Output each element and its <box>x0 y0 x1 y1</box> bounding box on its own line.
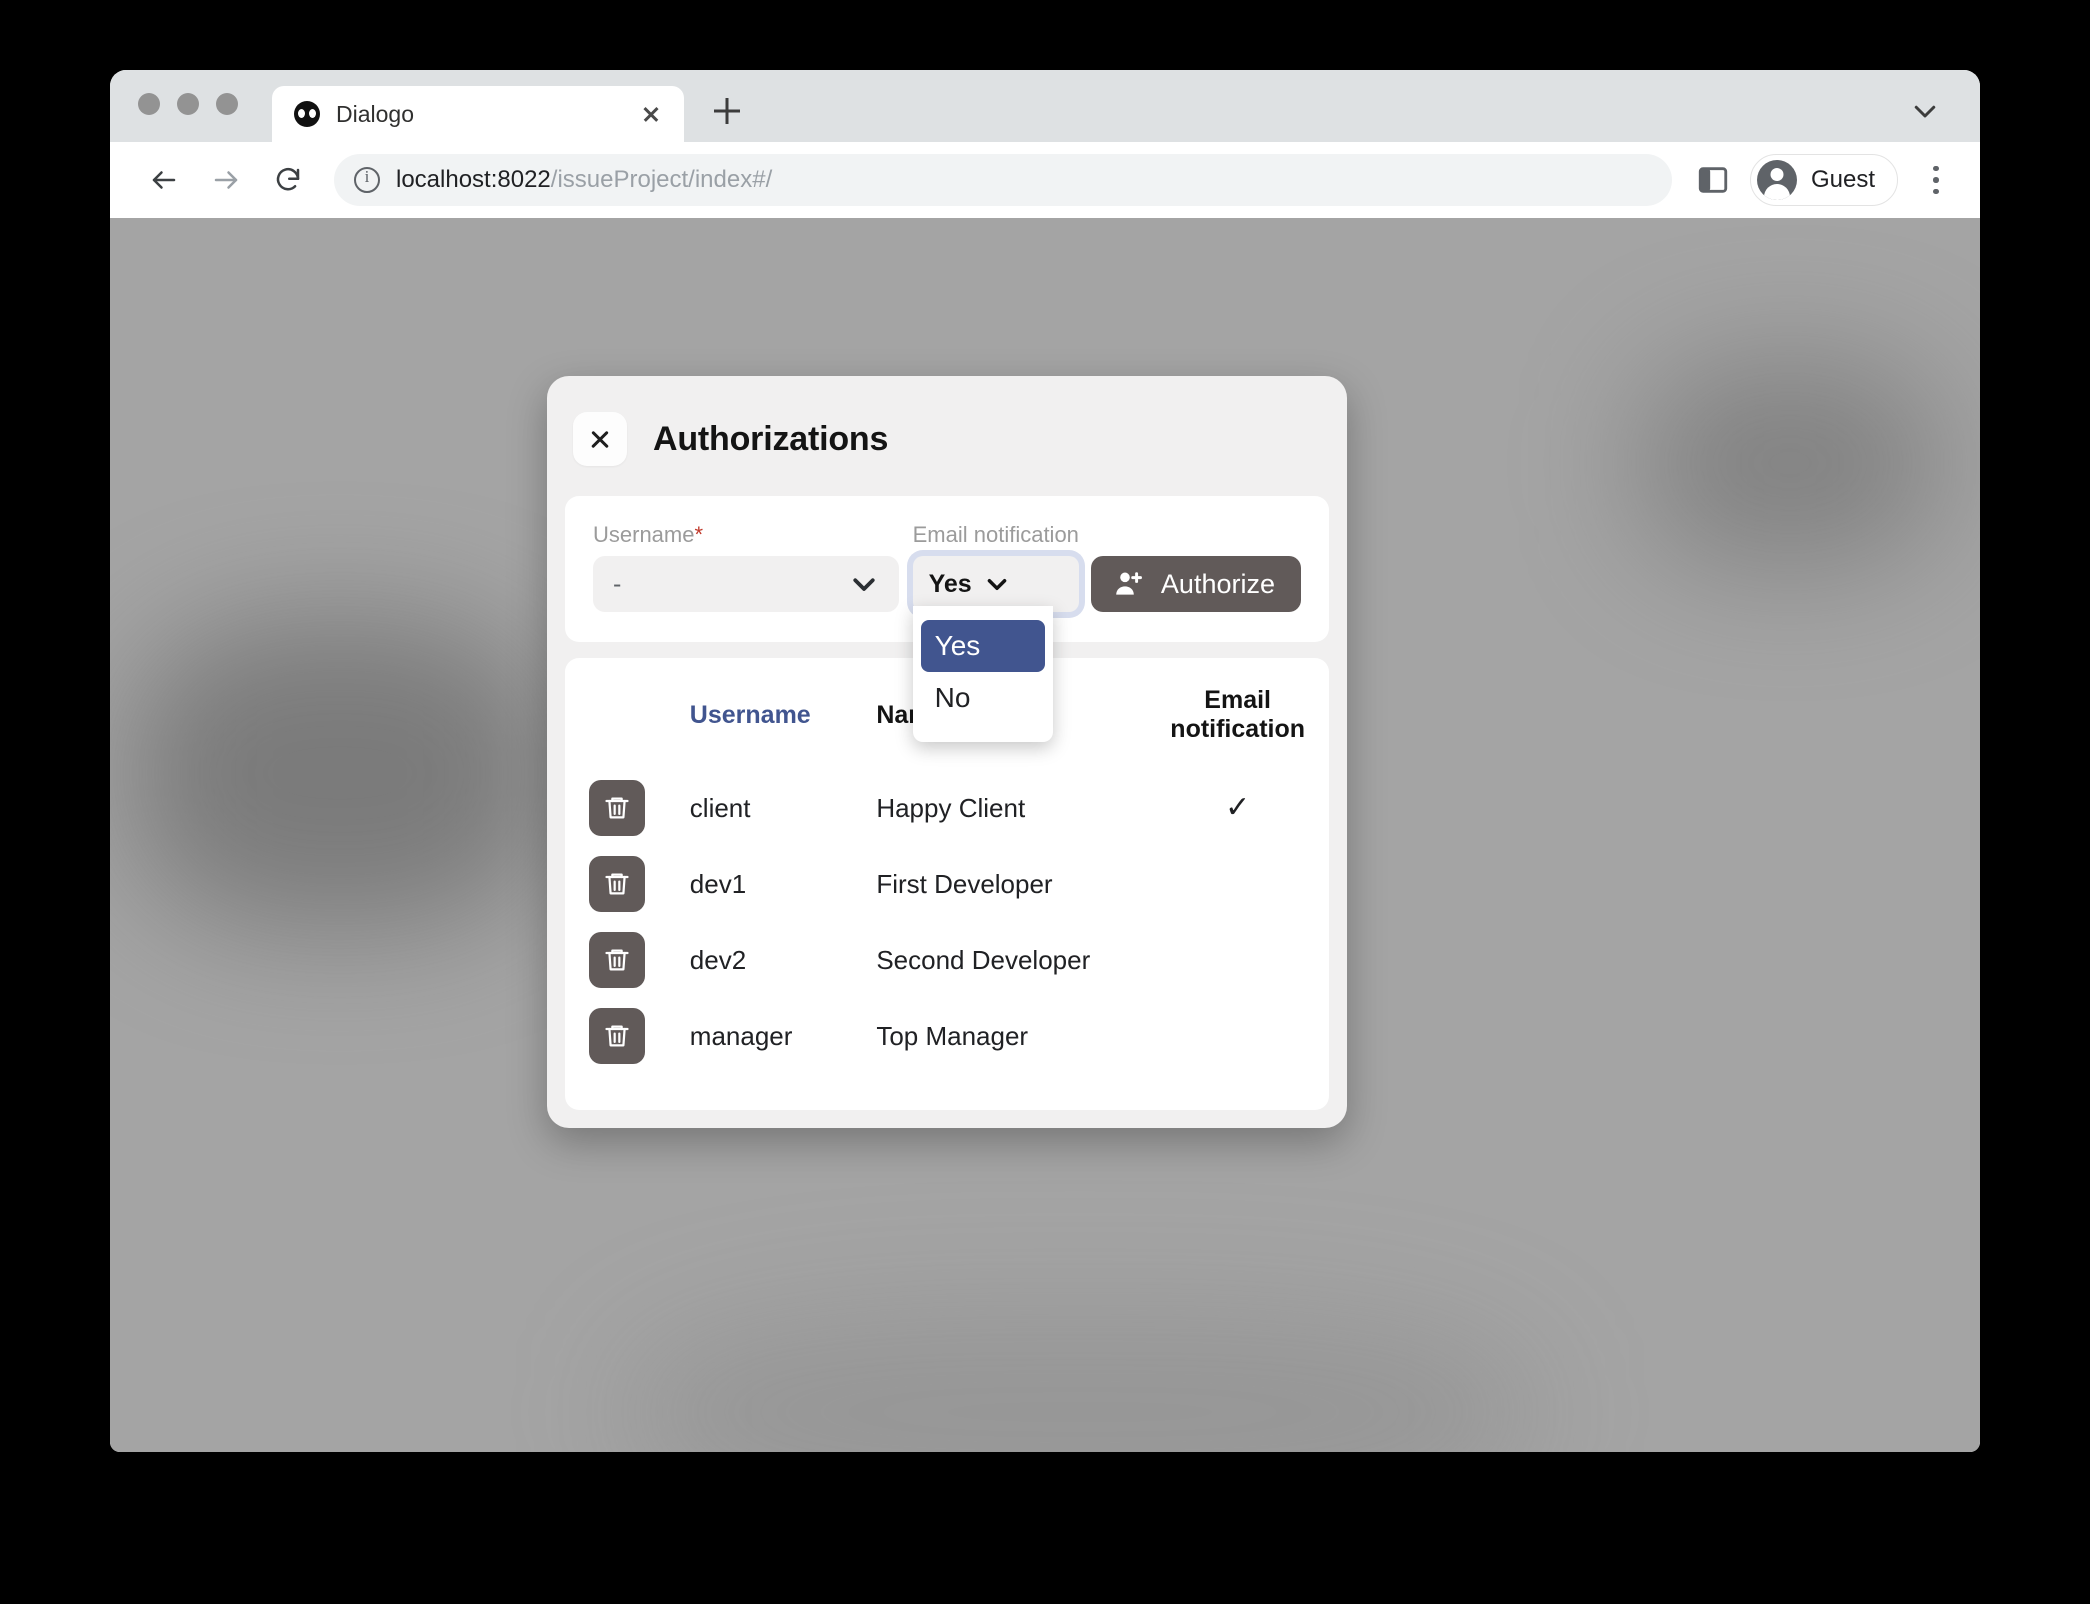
username-select-value: - <box>613 569 622 598</box>
authorization-form-card: Username* - Email notification Yes Yes N… <box>565 496 1329 742</box>
table-cell-action <box>589 922 690 998</box>
browser-tab[interactable]: Dialogo <box>272 86 684 142</box>
email-notification-dropdown[interactable]: Yes No <box>912 606 1053 742</box>
tab-title: Dialogo <box>336 100 414 127</box>
arrow-left-icon[interactable] <box>136 152 192 208</box>
email-notification-label: Email notification <box>912 522 1079 547</box>
delete-row-button[interactable] <box>589 1008 645 1064</box>
table-cell-username: dev1 <box>689 868 747 899</box>
delete-row-button[interactable] <box>589 932 645 988</box>
table-cell-name: First Developer <box>876 868 1053 899</box>
username-label: Username* <box>593 522 899 548</box>
check-icon: ✓ <box>1225 790 1251 824</box>
trash-icon <box>605 1025 629 1047</box>
page-viewport: Authorizations Username* - Email notific… <box>110 218 1980 1452</box>
username-label-text: Username <box>593 522 695 547</box>
tab-strip: Dialogo <box>110 70 1980 142</box>
dropdown-option-yes[interactable]: Yes <box>920 620 1045 672</box>
reload-icon[interactable] <box>260 152 316 208</box>
table-cell-username: dev2 <box>689 944 747 975</box>
url-path: /issueProject/index#/ <box>550 166 773 193</box>
table-cell-name: Happy Client <box>876 792 1026 823</box>
required-marker: * <box>694 522 704 547</box>
column-header-username[interactable]: Username <box>690 680 877 770</box>
authorize-button[interactable]: Authorize <box>1090 556 1301 612</box>
person-add-icon <box>1113 568 1145 600</box>
table-cell-email-notification <box>1170 846 1305 922</box>
username-field-group: Username* - <box>593 522 899 612</box>
table-cell-action <box>589 998 690 1074</box>
profile-chip[interactable]: Guest <box>1749 154 1898 206</box>
info-circle-icon[interactable] <box>354 167 380 193</box>
plus-icon[interactable] <box>706 90 748 132</box>
table-row: manager Top Manager <box>589 998 1305 1074</box>
column-header-email-notification[interactable]: Email notification <box>1170 680 1305 770</box>
side-panel-icon[interactable] <box>1696 163 1730 197</box>
table-cell-email-notification <box>1170 998 1305 1074</box>
dialog-close-button[interactable] <box>573 412 627 466</box>
chevron-down-icon <box>984 571 1010 597</box>
arrow-right-icon[interactable] <box>198 152 254 208</box>
username-select[interactable]: - <box>593 556 899 612</box>
address-bar-url: localhost:8022/issueProject/index#/ <box>396 166 772 194</box>
table-cell-username: client <box>689 792 751 823</box>
trash-icon <box>605 797 629 819</box>
table-cell-username: manager <box>689 1020 793 1051</box>
dropdown-option-no[interactable]: No <box>921 672 1045 724</box>
window-minimize-dot[interactable] <box>177 93 199 115</box>
address-bar[interactable]: localhost:8022/issueProject/index#/ <box>334 154 1672 206</box>
chevron-down-icon <box>849 569 879 599</box>
email-notification-select[interactable]: Yes <box>912 556 1079 612</box>
chevron-down-icon[interactable] <box>1910 96 1940 126</box>
table-row: dev1 First Developer <box>589 846 1305 922</box>
column-header-action <box>589 680 690 770</box>
url-host: localhost:8022 <box>396 166 551 193</box>
dialogo-favicon <box>294 101 320 127</box>
window-maximize-dot[interactable] <box>216 93 238 115</box>
table-cell-name: Top Manager <box>876 1020 1029 1051</box>
email-notification-field-group: Email notification Yes Yes No <box>912 522 1079 742</box>
table-row: dev2 Second Developer <box>589 922 1305 998</box>
table-row: client Happy Client ✓ <box>589 770 1305 846</box>
authorizations-dialog: Authorizations Username* - Email notific… <box>547 376 1347 1128</box>
window-close-dot[interactable] <box>138 93 160 115</box>
table-cell-email-notification: ✓ <box>1170 770 1305 846</box>
trash-icon <box>605 873 629 895</box>
table-cell-action <box>589 770 690 846</box>
window-controls <box>138 70 238 142</box>
person-avatar-icon <box>1756 160 1797 200</box>
trash-icon <box>605 949 629 971</box>
browser-window: Dialogo localhost:8022/issueProject/inde… <box>110 70 1980 1452</box>
page-title: Authorizations <box>653 419 889 458</box>
email-notification-value: Yes <box>928 569 972 598</box>
table-cell-action <box>589 846 690 922</box>
dialog-header: Authorizations <box>565 394 1329 496</box>
blurred-backdrop-shape <box>130 618 550 928</box>
form-row: Username* - Email notification Yes Yes N… <box>593 522 1301 742</box>
table-body: client Happy Client ✓ dev1 First Develop… <box>589 770 1305 1074</box>
delete-row-button[interactable] <box>589 856 645 912</box>
table-cell-email-notification <box>1170 922 1305 998</box>
three-dots-vertical-icon[interactable] <box>1914 154 1958 206</box>
close-icon[interactable] <box>636 99 666 129</box>
browser-toolbar: localhost:8022/issueProject/index#/ Gues… <box>110 142 1980 218</box>
authorize-button-label: Authorize <box>1160 568 1275 599</box>
profile-label: Guest <box>1810 166 1875 193</box>
blurred-backdrop-shape <box>1640 358 1940 568</box>
blurred-backdrop-shape <box>630 1312 1530 1452</box>
table-cell-name: Second Developer <box>876 944 1091 975</box>
delete-row-button[interactable] <box>589 780 645 836</box>
close-icon <box>588 427 612 451</box>
